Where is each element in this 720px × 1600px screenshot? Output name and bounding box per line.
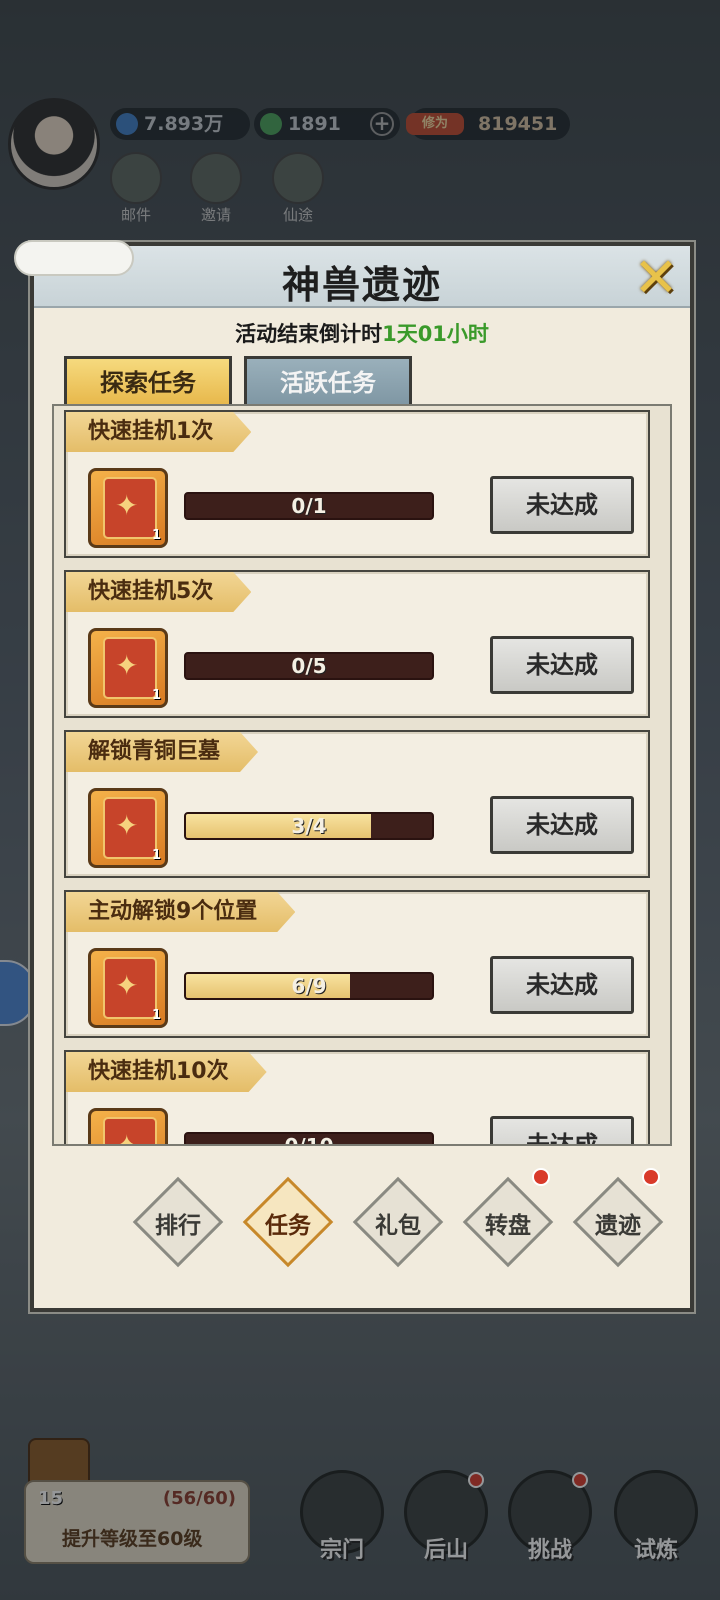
- progress-text: 0/1: [291, 494, 327, 518]
- reward-qty: 1: [151, 688, 161, 703]
- reward-card-icon: [103, 1117, 157, 1144]
- task-name: 快速挂机10次: [66, 1052, 267, 1092]
- task-status-button[interactable]: 未达成: [490, 956, 634, 1014]
- progress-text: 0/10: [284, 1134, 334, 1146]
- panel-title: 神兽遗迹: [281, 263, 442, 307]
- progress-text: 3/4: [291, 814, 327, 838]
- nav-ranking-label: 排行: [155, 1213, 201, 1239]
- reward-card-icon: [103, 957, 157, 1019]
- nav-ruins-label: 遗迹: [595, 1213, 641, 1239]
- task-progress-bar: 0/5: [184, 652, 434, 680]
- task-progress-bar: 3/4: [184, 812, 434, 840]
- task-status-button[interactable]: 未达成: [490, 1116, 634, 1144]
- task-status-button[interactable]: 未达成: [490, 476, 634, 534]
- nav-tasks-label: 任务: [265, 1213, 311, 1239]
- tab-explore-tasks[interactable]: 探索任务: [64, 356, 232, 406]
- notification-dot: [532, 1168, 550, 1186]
- nav-tasks[interactable]: 任务: [242, 1176, 334, 1268]
- nav-ruins[interactable]: 遗迹: [572, 1168, 664, 1268]
- progress-text: 0/5: [291, 654, 327, 678]
- reward-item[interactable]: 1: [88, 788, 168, 868]
- task-status-button[interactable]: 未达成: [490, 796, 634, 854]
- task-card: 快速挂机5次 1 0/5 未达成: [64, 570, 650, 718]
- task-status-button[interactable]: 未达成: [490, 636, 634, 694]
- task-card: 快速挂机1次 1 0/1 未达成: [64, 410, 650, 558]
- beast-ruins-panel: 神兽遗迹 ✕ 活动结束倒计时1天01小时 探索任务 活跃任务 快速挂机1次 1 …: [14, 240, 694, 1312]
- task-card: 主动解锁9个位置 1 6/9 未达成: [64, 890, 650, 1038]
- close-button[interactable]: ✕: [628, 250, 684, 306]
- nav-gift-pack[interactable]: 礼包: [352, 1176, 444, 1268]
- reward-qty: 1: [151, 528, 161, 543]
- countdown-label: 活动结束倒计时: [235, 322, 383, 346]
- task-progress-bar: 0/10: [184, 1132, 434, 1146]
- reward-item[interactable]: 1: [88, 948, 168, 1028]
- task-card: 快速挂机10次 1 0/10 未达成: [64, 1050, 650, 1146]
- nav-ranking[interactable]: 排行: [132, 1176, 224, 1268]
- reward-card-icon: [103, 797, 157, 859]
- reward-card-icon: [103, 477, 157, 539]
- reward-qty: 1: [151, 1008, 161, 1023]
- reward-item[interactable]: 1: [88, 468, 168, 548]
- reward-item[interactable]: 1: [88, 1108, 168, 1144]
- reward-qty: 1: [151, 848, 161, 863]
- task-name: 解锁青铜巨墓: [66, 732, 258, 772]
- progress-text: 6/9: [291, 974, 327, 998]
- reward-item[interactable]: 1: [88, 628, 168, 708]
- task-name: 主动解锁9个位置: [66, 892, 295, 932]
- task-name: 快速挂机1次: [66, 412, 251, 452]
- nav-wheel-label: 转盘: [485, 1213, 531, 1239]
- task-card: 解锁青铜巨墓 1 3/4 未达成: [64, 730, 650, 878]
- panel-header: 神兽遗迹 ✕: [14, 240, 690, 308]
- nav-wheel[interactable]: 转盘: [462, 1168, 554, 1268]
- task-progress-bar: 0/1: [184, 492, 434, 520]
- reward-card-icon: [103, 637, 157, 699]
- task-progress-bar: 6/9: [184, 972, 434, 1000]
- notification-dot: [642, 1168, 660, 1186]
- task-name: 快速挂机5次: [66, 572, 251, 612]
- nav-gift-pack-label: 礼包: [375, 1213, 421, 1239]
- task-list[interactable]: 快速挂机1次 1 0/1 未达成 快速挂机5次 1 0/5 未达成: [52, 404, 672, 1146]
- countdown: 活动结束倒计时1天01小时: [34, 318, 690, 348]
- tab-active-tasks[interactable]: 活跃任务: [244, 356, 412, 406]
- countdown-time: 1天01小时: [382, 322, 489, 346]
